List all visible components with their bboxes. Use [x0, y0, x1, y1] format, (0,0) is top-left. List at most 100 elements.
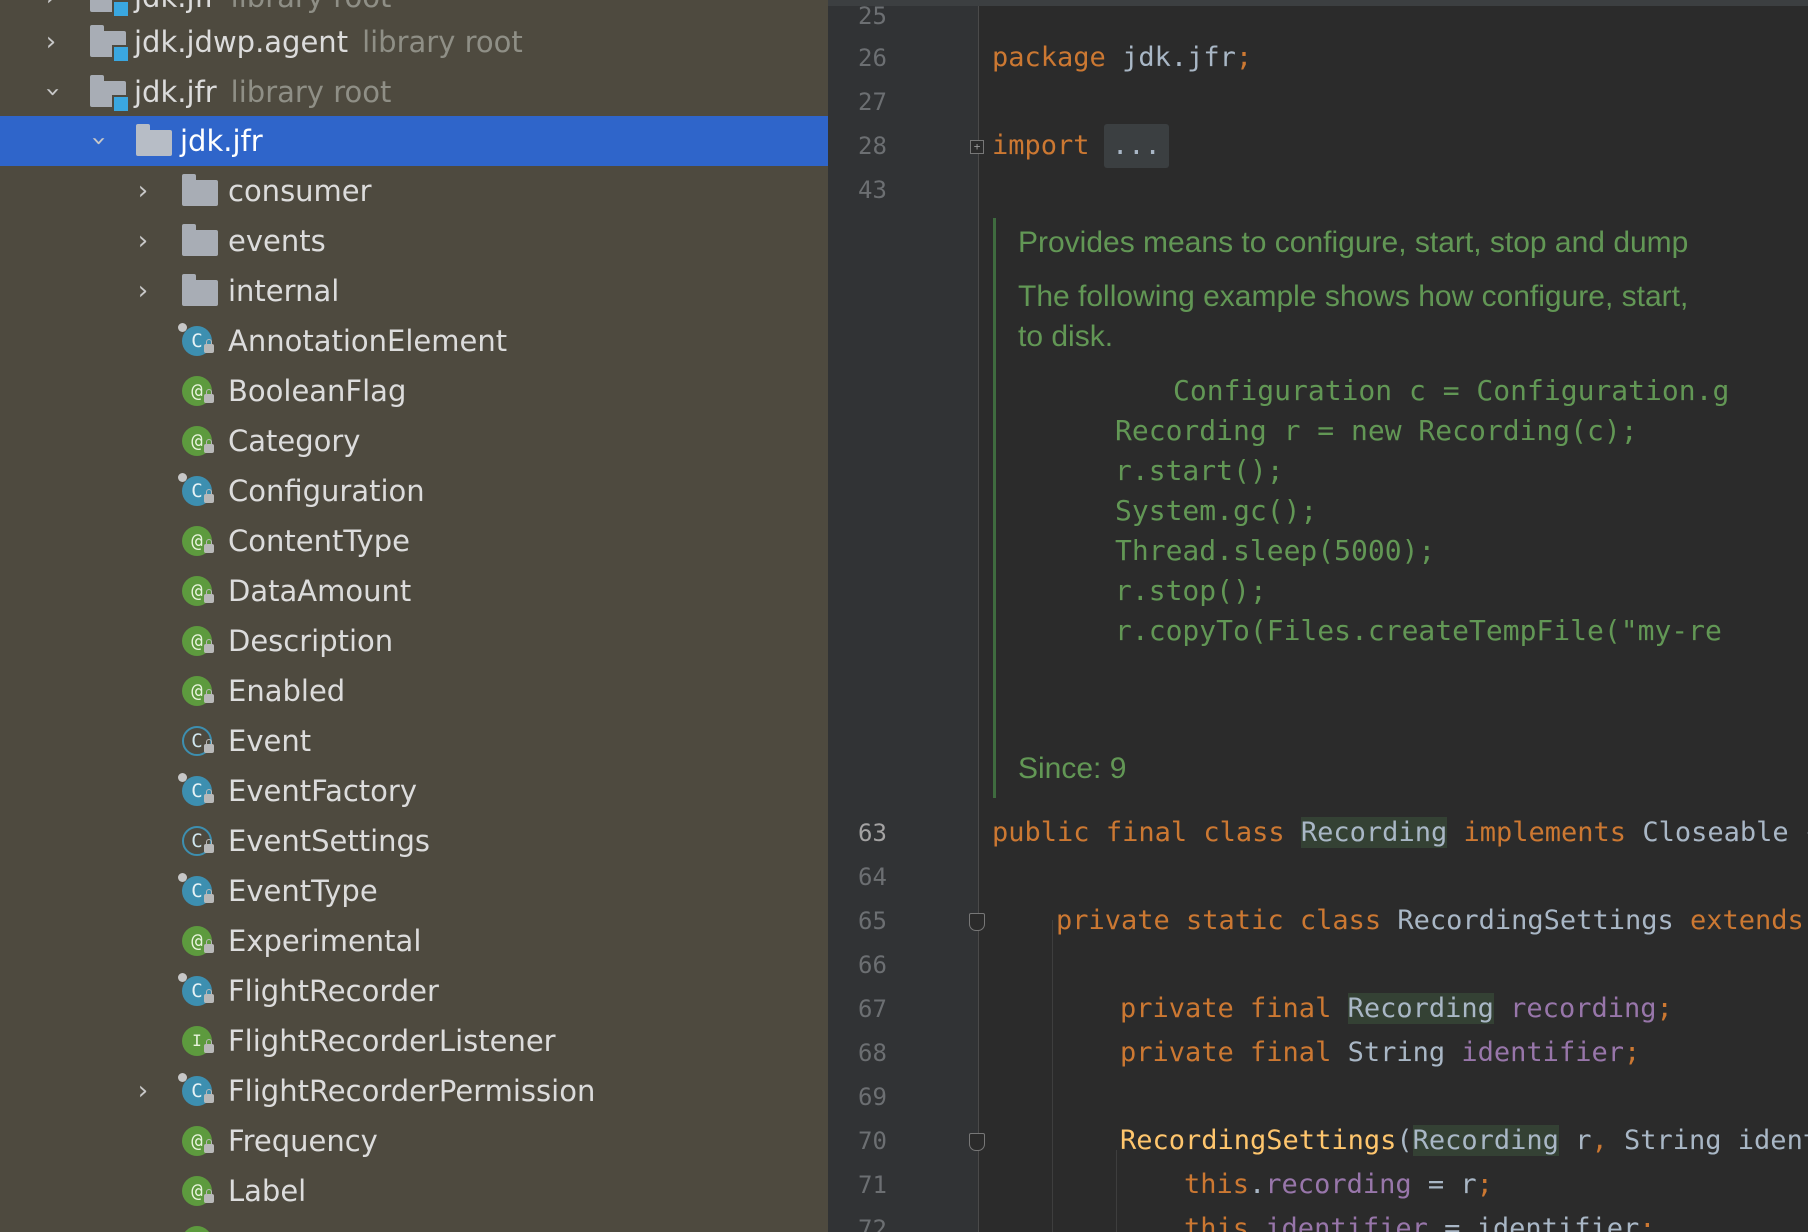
- tree-label: EventSettings: [228, 824, 431, 858]
- tree-row-boolean-flag[interactable]: @ BooleanFlag: [0, 366, 828, 416]
- tree-row-description[interactable]: @ Description: [0, 616, 828, 666]
- tree-row-partial[interactable]: @: [0, 1216, 828, 1232]
- type-name: Recording: [1412, 1125, 1559, 1156]
- chevron-right-icon[interactable]: ›: [128, 216, 158, 266]
- tree-row-flight-recorder-listener[interactable]: I FlightRecorderListener: [0, 1016, 828, 1066]
- line-number: 70: [858, 1127, 887, 1155]
- code-line-68[interactable]: private final String identifier;: [1120, 1033, 1640, 1073]
- code-line-72[interactable]: this.identifier = identifier;: [1184, 1209, 1655, 1232]
- abstract-class-icon: C: [180, 824, 216, 858]
- chevron-right-icon[interactable]: ›: [128, 1066, 158, 1116]
- line-number: 25: [858, 2, 887, 30]
- tree-label: Description: [228, 624, 394, 658]
- doc-code-line: System.gc();: [1115, 494, 1318, 527]
- tree-label: Frequency: [228, 1124, 378, 1158]
- tree-row-event-factory[interactable]: C EventFactory: [0, 766, 828, 816]
- tree-label: EventType: [228, 874, 378, 908]
- package-folder-icon: [182, 224, 218, 258]
- line-number: 43: [858, 176, 887, 204]
- final-class-icon: C: [178, 773, 216, 808]
- tree-label: jdk.jdwp.agent: [134, 25, 349, 59]
- import-fold-placeholder[interactable]: ...: [1104, 124, 1169, 168]
- fold-collapse-icon[interactable]: [969, 1133, 985, 1151]
- tree-row-label[interactable]: @ Label: [0, 1166, 828, 1216]
- chevron-right-icon[interactable]: ›: [128, 166, 158, 216]
- line-number: 64: [858, 863, 887, 891]
- tree-label: FlightRecorderListener: [228, 1024, 556, 1058]
- interface-icon: I: [180, 1024, 216, 1058]
- code-line-70[interactable]: RecordingSettings(Recording r, String id…: [1120, 1121, 1808, 1161]
- param-name: r: [1460, 1169, 1477, 1200]
- keyword: final: [1105, 817, 1188, 848]
- code-editor[interactable]: 25 26 27 28 43 63 64 65 66 67 68 69 70 7…: [828, 0, 1808, 1232]
- tree-row-flight-recorder-permission[interactable]: › C FlightRecorderPermission: [0, 1066, 828, 1116]
- tree-row-flight-recorder[interactable]: C FlightRecorder: [0, 966, 828, 1016]
- keyword: import: [992, 130, 1090, 161]
- tree-row-event-settings[interactable]: C EventSettings: [0, 816, 828, 866]
- tree-label: events: [228, 224, 326, 258]
- final-class-icon: C: [178, 323, 216, 358]
- fold-expand-icon[interactable]: +: [970, 140, 984, 154]
- tree-row-event[interactable]: C Event: [0, 716, 828, 766]
- tree-label: EventFactory: [228, 774, 418, 808]
- field-name: identifier: [1265, 1213, 1428, 1232]
- line-number: 65: [858, 907, 887, 935]
- type-name: String: [1623, 1125, 1722, 1156]
- keyword: class: [1203, 817, 1285, 848]
- tree-label: Experimental: [228, 924, 422, 958]
- annotation-icon: @: [180, 424, 216, 458]
- code-line-26[interactable]: package jdk.jfr;: [992, 38, 1252, 78]
- tree-row-event-type[interactable]: C EventType: [0, 866, 828, 916]
- tree-row-data-amount[interactable]: @ DataAmount: [0, 566, 828, 616]
- punctuation: ,: [1591, 1125, 1608, 1156]
- tree-row-annotation-element[interactable]: C AnnotationElement: [0, 316, 828, 366]
- tree-label: AnnotationElement: [228, 324, 508, 358]
- tree-row-jdk-jfr-library[interactable]: › jdk.jfr library root: [0, 67, 828, 117]
- line-number: 26: [858, 44, 887, 72]
- tree-row-frequency[interactable]: @ Frequency: [0, 1116, 828, 1166]
- tree-label: consumer: [228, 174, 372, 208]
- line-number: 66: [858, 951, 887, 979]
- library-root-suffix: library root: [231, 0, 392, 14]
- tree-label: FlightRecorder: [228, 974, 439, 1008]
- operator: =: [1444, 1213, 1461, 1232]
- tree-row-content-type[interactable]: @ ContentType: [0, 516, 828, 566]
- doc-code-line: r.start();: [1115, 454, 1284, 487]
- tree-row-configuration[interactable]: C Configuration: [0, 466, 828, 516]
- chevron-down-icon[interactable]: ›: [28, 77, 78, 107]
- doc-code-line: Configuration c = Configuration.g: [1173, 374, 1730, 407]
- final-class-icon: C: [178, 1073, 216, 1108]
- type-name: String: [1347, 1037, 1446, 1068]
- punctuation: (: [1396, 1125, 1413, 1156]
- tree-row-events[interactable]: › events: [0, 216, 828, 266]
- operator: =: [1427, 1169, 1445, 1200]
- gutter-divider: [978, 0, 979, 1232]
- tree-row-internal[interactable]: › internal: [0, 266, 828, 316]
- tree-row-jdk-jfr-package[interactable]: › jdk.jfr: [0, 116, 828, 166]
- doc-code-line: Thread.sleep(5000);: [1115, 534, 1436, 567]
- package-folder-icon: [182, 274, 218, 308]
- code-line-63[interactable]: public final class Recording implements …: [992, 813, 1808, 853]
- indent-guide: [1052, 920, 1053, 1232]
- tree-row-jdk-jdwp-agent[interactable]: › jdk.jdwp.agent library root: [0, 17, 828, 67]
- code-line-65[interactable]: private static class RecordingSettings e…: [1056, 901, 1804, 941]
- tree-row-experimental[interactable]: @ Experimental: [0, 916, 828, 966]
- fold-collapse-icon[interactable]: [969, 913, 985, 931]
- chevron-right-icon[interactable]: ›: [128, 266, 158, 316]
- tree-label: BooleanFlag: [228, 374, 407, 408]
- annotation-icon: @: [180, 574, 216, 608]
- code-line-67[interactable]: private final Recording recording;: [1120, 989, 1673, 1029]
- tree-row-category[interactable]: @ Category: [0, 416, 828, 466]
- annotation-icon: @: [180, 1174, 216, 1208]
- code-line-71[interactable]: this.recording = r;: [1184, 1165, 1493, 1205]
- package-folder-icon: [182, 174, 218, 208]
- annotation-icon: @: [180, 674, 216, 708]
- tree-row-consumer[interactable]: › consumer: [0, 166, 828, 216]
- chevron-down-icon[interactable]: ›: [74, 126, 124, 156]
- punctuation: ;: [1656, 993, 1673, 1024]
- punctuation: .: [1249, 1169, 1266, 1200]
- doc-text: The following example shows how configur…: [1018, 280, 1689, 313]
- tree-row-enabled[interactable]: @ Enabled: [0, 666, 828, 716]
- chevron-right-icon[interactable]: ›: [36, 17, 66, 67]
- code-line-28[interactable]: import: [992, 126, 1090, 166]
